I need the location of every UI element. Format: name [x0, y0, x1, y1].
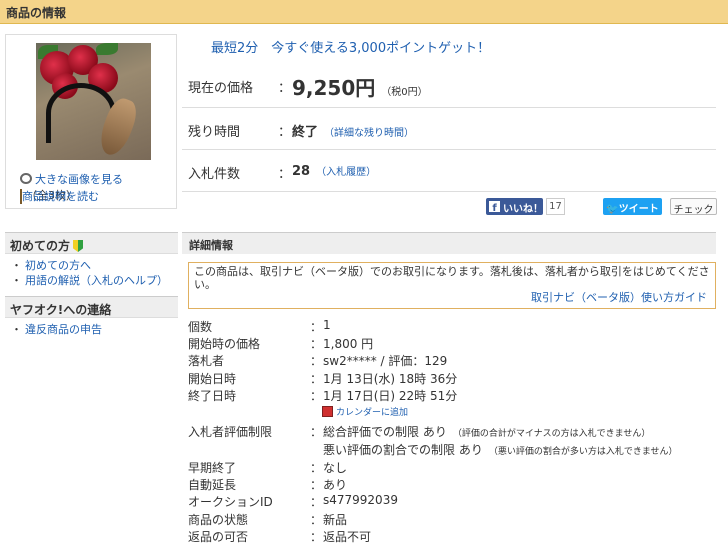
- bids-row: 入札件数 ： 28 （入札履歴）: [182, 150, 716, 192]
- beginner-title: 初めての方: [10, 239, 71, 253]
- detail-key: 個数: [188, 320, 213, 334]
- restriction-ratio-note: （悪い評価の割合が多い方は入札できません）: [488, 447, 678, 457]
- restriction-total: 総合評価での制限 あり: [323, 425, 447, 439]
- calendar-link-label: カレンダーに追加: [336, 408, 409, 418]
- sidebar-item-report[interactable]: ・違反商品の申告: [5, 322, 178, 337]
- product-photo[interactable]: [36, 43, 151, 160]
- detail-colon: ：: [310, 478, 323, 492]
- notice-text: この商品は、取引ナビ（ベータ版）でのお取引になります。落札後は、落札者から取引を…: [194, 265, 710, 291]
- detail-key: 開始時の価格: [188, 337, 261, 351]
- section-header: 商品の情報: [0, 0, 728, 24]
- detail-value: なし: [323, 461, 348, 475]
- details-heading: 詳細情報: [182, 232, 716, 254]
- time-label: 残り時間: [188, 125, 241, 140]
- tweet-label: ツイート: [618, 204, 659, 215]
- detail-value: 返品不可: [323, 530, 372, 544]
- restriction-help-link[interactable]: 入札者評価制限: [188, 423, 308, 440]
- restriction-total-note: （評価の合計がマイナスの方は入札できません）: [452, 429, 651, 439]
- time-detail-link[interactable]: （詳細な残り時間）: [324, 128, 414, 139]
- detail-colon: ：: [310, 337, 323, 351]
- detail-colon: ：: [310, 372, 323, 386]
- facebook-like-count: 17: [546, 198, 565, 215]
- sidebar-item-label: 初めての方へ: [25, 259, 91, 272]
- trade-navi-guide-link[interactable]: 取引ナビ（ベータ版）使い方ガイド: [531, 291, 707, 304]
- detail-value: s477992039: [323, 493, 398, 507]
- beginner-mark-icon: [73, 240, 84, 252]
- time-value: 終了: [292, 125, 319, 140]
- description-row: 商品説明を読む: [20, 188, 99, 204]
- time-colon: ：: [278, 125, 292, 140]
- contact-box: ヤフオク!への連絡 ・違反商品の申告: [5, 296, 178, 337]
- bids-count: 28: [292, 164, 311, 179]
- beginner-heading: 初めての方: [5, 232, 178, 254]
- detail-colon: ：: [310, 425, 323, 439]
- details-title: 詳細情報: [189, 239, 233, 252]
- sidebar-item-label: 違反商品の申告: [25, 323, 102, 336]
- magnifier-icon: [20, 173, 32, 184]
- detail-value: 1月 17日(日) 22時 51分: [323, 389, 458, 403]
- detail-key: 自動延長: [188, 478, 237, 492]
- price-colon: ：: [278, 81, 292, 96]
- tweet-button[interactable]: 🐦ツイート: [603, 198, 662, 215]
- facebook-like-label: いいね！: [503, 204, 543, 215]
- calendar-icon: [322, 406, 333, 417]
- detail-key: 商品の状態: [188, 513, 249, 527]
- detail-value: 1: [323, 318, 331, 332]
- time-row: 残り時間 ： 終了 （詳細な残り時間）: [182, 108, 716, 150]
- sidebar-item-first-time[interactable]: ・初めての方へ: [5, 258, 178, 273]
- detail-colon: ：: [310, 513, 323, 527]
- check-label: チェック: [673, 205, 714, 216]
- detail-colon: ：: [310, 320, 323, 334]
- promo-link[interactable]: 最短2分 今すぐ使える3,000ポイントゲット！: [211, 37, 490, 56]
- contact-heading: ヤフオク!への連絡: [5, 296, 178, 318]
- twitter-bird-icon: 🐦: [606, 204, 619, 215]
- restriction-ratio: 悪い評価の割合での制限 あり: [323, 443, 483, 457]
- tax-note: （税0円）: [381, 87, 428, 98]
- price-label: 現在の価格: [188, 81, 254, 96]
- detail-colon: ：: [310, 461, 323, 475]
- sidebar-item-glossary[interactable]: ・用語の解説（入札のヘルプ）: [5, 273, 178, 288]
- detail-key: 早期終了: [188, 461, 237, 475]
- bids-colon: ：: [278, 167, 292, 182]
- image-panel: 大きな画像を見る（全3枚） 商品説明を読む: [5, 34, 177, 209]
- contact-title: ヤフオク!への連絡: [10, 303, 112, 317]
- detail-key: 落札者: [188, 354, 225, 368]
- bid-history-link[interactable]: （入札履歴）: [316, 167, 376, 178]
- add-to-calendar-link[interactable]: カレンダーに追加: [322, 405, 408, 418]
- price-row: 現在の価格 ： 9,250円 （税0円）: [182, 62, 716, 108]
- section-title: 商品の情報: [6, 6, 67, 20]
- detail-key: 終了日時: [188, 389, 237, 403]
- detail-value: 1,800 円: [323, 337, 374, 351]
- detail-colon: ：: [310, 389, 323, 403]
- detail-colon: ：: [310, 530, 323, 544]
- facebook-icon: f: [489, 201, 500, 214]
- current-price: 9,250円: [292, 76, 376, 100]
- sidebar-item-label: 用語の解説（入札のヘルプ）: [25, 274, 168, 287]
- detail-value: sw2***** / 評価：129: [323, 354, 448, 368]
- detail-colon: ：: [310, 354, 323, 368]
- detail-colon: ：: [310, 495, 323, 509]
- detail-value: あり: [323, 478, 348, 492]
- check-button[interactable]: チェック: [670, 198, 717, 216]
- facebook-count-value: 17: [549, 201, 562, 212]
- facebook-like-button[interactable]: f いいね！: [486, 198, 543, 215]
- read-description-link[interactable]: 商品説明を読む: [22, 190, 99, 203]
- detail-key: 開始日時: [188, 372, 237, 386]
- detail-value: 新品: [323, 513, 348, 527]
- enlarge-image-link[interactable]: 大きな画像を見る: [35, 173, 123, 186]
- detail-value: 1月 13日(水) 18時 36分: [323, 372, 458, 386]
- detail-key: オークションID: [188, 495, 273, 509]
- bids-label: 入札件数: [188, 167, 241, 182]
- trade-navi-notice: この商品は、取引ナビ（ベータ版）でのお取引になります。落札後は、落札者から取引を…: [188, 262, 716, 309]
- detail-key: 返品の可否: [188, 530, 249, 544]
- beginner-box: 初めての方 ・初めての方へ ・用語の解説（入札のヘルプ）: [5, 232, 178, 288]
